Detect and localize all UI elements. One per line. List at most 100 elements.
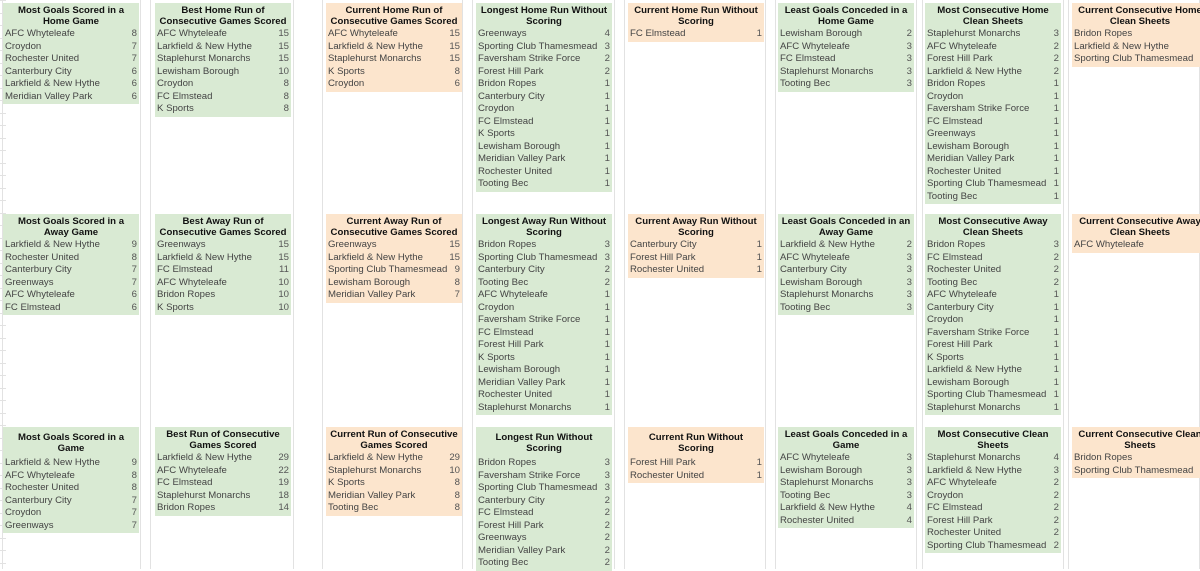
table-row[interactable]: Tooting Bec 2: [476, 557, 612, 570]
table-row[interactable]: AFC Whyteleafe 3: [778, 252, 914, 265]
table-row[interactable]: Staplehurst Monarchs 1: [476, 402, 612, 415]
table-row[interactable]: Forest Hill Park 1: [925, 339, 1061, 352]
table-row[interactable]: AFC Whyteleafe1: [1072, 239, 1200, 252]
table-row[interactable]: FC Elmstead 2: [476, 507, 612, 520]
table-row[interactable]: Sporting Club Thamesmead1: [1072, 465, 1200, 478]
table-row[interactable]: K Sports 8: [326, 66, 462, 79]
table-row[interactable]: Canterbury City 7: [3, 495, 139, 508]
table-row[interactable]: Lewisham Borough 3: [778, 465, 914, 478]
table-row[interactable]: K Sports 1: [476, 352, 612, 365]
table-row[interactable]: Larkfield & New Hythe 15: [155, 252, 291, 265]
table-row[interactable]: Larkfield & New Hythe 29: [326, 452, 462, 465]
table-row[interactable]: Tooting Bec 1: [476, 178, 612, 191]
table-row[interactable]: FC Elmstead 2: [925, 502, 1061, 515]
table-row[interactable]: Forest Hill Park 1: [476, 339, 612, 352]
table-row[interactable]: Forest Hill Park 2: [925, 53, 1061, 66]
table-row[interactable]: AFC Whyteleafe 10: [155, 277, 291, 290]
table-row[interactable]: Larkfield & New Hythe 9: [3, 457, 139, 470]
table-row[interactable]: Greenways 7: [3, 520, 139, 533]
table-row[interactable]: AFC Whyteleafe 8: [3, 28, 139, 41]
table-row[interactable]: AFC Whyteleafe 15: [155, 28, 291, 41]
table-row[interactable]: Lewisham Borough 1: [476, 141, 612, 154]
table-row[interactable]: Rochester United 8: [3, 252, 139, 265]
table-row[interactable]: AFC Whyteleafe 8: [3, 470, 139, 483]
table-row[interactable]: Forest Hill Park 2: [476, 66, 612, 79]
table-row[interactable]: Lewisham Borough 2: [778, 28, 914, 41]
table-row[interactable]: Staplehurst Monarchs 3: [925, 28, 1061, 41]
table-row[interactable]: Tooting Bec 2: [476, 277, 612, 290]
table-row[interactable]: FC Elmstead 8: [155, 91, 291, 104]
table-row[interactable]: Larkfield & New Hythe 2: [778, 239, 914, 252]
table-row[interactable]: Staplehurst Monarchs 3: [778, 289, 914, 302]
table-row[interactable]: Croydon 1: [476, 103, 612, 116]
table-row[interactable]: AFC Whyteleafe 15: [326, 28, 462, 41]
table-row[interactable]: Rochester United 4: [778, 515, 914, 528]
table-row[interactable]: AFC Whyteleafe 2: [925, 477, 1061, 490]
table-row[interactable]: Faversham Strike Force 1: [925, 103, 1061, 116]
table-row[interactable]: Rochester United 8: [3, 482, 139, 495]
table-row[interactable]: Staplehurst Monarchs 3: [778, 66, 914, 79]
table-row[interactable]: Lewisham Borough 10: [155, 66, 291, 79]
table-row[interactable]: Forest Hill Park 2: [925, 515, 1061, 528]
table-row[interactable]: AFC Whyteleafe 22: [155, 465, 291, 478]
table-row[interactable]: FC Elmstead 3: [778, 53, 914, 66]
table-row[interactable]: Sporting Club Thamesmead 3: [476, 252, 612, 265]
table-row[interactable]: Larkfield & New Hythe1: [1072, 41, 1200, 54]
table-row[interactable]: Bridon Ropes 1: [476, 78, 612, 91]
table-row[interactable]: Croydon 8: [155, 78, 291, 91]
table-row[interactable]: Larkfield & New Hythe 15: [326, 41, 462, 54]
table-row[interactable]: K Sports 1: [476, 128, 612, 141]
table-row[interactable]: Rochester United 2: [925, 527, 1061, 540]
table-row[interactable]: Faversham Strike Force 1: [476, 314, 612, 327]
table-row[interactable]: AFC Whyteleafe 3: [778, 452, 914, 465]
table-row[interactable]: Staplehurst Monarchs 15: [326, 53, 462, 66]
table-row[interactable]: AFC Whyteleafe1: [476, 289, 612, 302]
table-row[interactable]: Faversham Strike Force 2: [476, 53, 612, 66]
table-row[interactable]: Larkfield & New Hythe 4: [778, 502, 914, 515]
table-row[interactable]: Sporting Club Thamesmead 2: [925, 540, 1061, 553]
table-row[interactable]: Meridian Valley Park 8: [326, 490, 462, 503]
table-row[interactable]: Greenways 15: [326, 239, 462, 252]
table-row[interactable]: Sporting Club Thamesmead 3: [476, 41, 612, 54]
table-row[interactable]: Canterbury City 2: [476, 495, 612, 508]
table-row[interactable]: FC Elmstead 1: [476, 327, 612, 340]
table-row[interactable]: Larkfield & New Hythe 3: [925, 465, 1061, 478]
table-row[interactable]: Bridon Ropes 3: [476, 457, 612, 470]
table-row[interactable]: Croydon 1: [476, 302, 612, 315]
table-row[interactable]: Sporting Club Thamesmead 3: [476, 482, 612, 495]
table-row[interactable]: Meridian Valley Park 1: [476, 153, 612, 166]
table-row[interactable]: Rochester United 1: [628, 264, 764, 277]
table-row[interactable]: Staplehurst Monarchs 10: [326, 465, 462, 478]
table-row[interactable]: FC Elmstead 1: [628, 28, 764, 41]
table-row[interactable]: Forest Hill Park 1: [628, 457, 764, 470]
table-row[interactable]: K Sports 1: [925, 352, 1061, 365]
table-row[interactable]: AFC Whyteleafe1: [925, 289, 1061, 302]
table-row[interactable]: Rochester United 1: [925, 166, 1061, 179]
table-row[interactable]: Rochester United 1: [476, 166, 612, 179]
table-row[interactable]: Lewisham Borough 1: [925, 377, 1061, 390]
table-row[interactable]: Rochester United 7: [3, 53, 139, 66]
table-row[interactable]: Larkfield & New Hythe 6: [3, 78, 139, 91]
table-row[interactable]: Greenways 1: [925, 128, 1061, 141]
table-row[interactable]: Staplehurst Monarchs 18: [155, 490, 291, 503]
table-row[interactable]: FC Elmstead 6: [3, 302, 139, 315]
table-row[interactable]: Sporting Club Thamesmead1: [1072, 53, 1200, 66]
table-row[interactable]: K Sports 8: [326, 477, 462, 490]
table-row[interactable]: AFC Whyteleafe 6: [3, 289, 139, 302]
table-row[interactable]: Rochester United 1: [476, 389, 612, 402]
table-row[interactable]: Lewisham Borough 3: [778, 277, 914, 290]
table-row[interactable]: Greenways 15: [155, 239, 291, 252]
table-row[interactable]: Tooting Bec 2: [925, 277, 1061, 290]
table-row[interactable]: Croydon 7: [3, 41, 139, 54]
table-row[interactable]: Lewisham Borough 1: [476, 364, 612, 377]
table-row[interactable]: K Sports 10: [155, 302, 291, 315]
table-row[interactable]: FC Elmstead 19: [155, 477, 291, 490]
table-row[interactable]: Staplehurst Monarchs 4: [925, 452, 1061, 465]
table-row[interactable]: Greenways 7: [3, 277, 139, 290]
table-row[interactable]: Meridian Valley Park 1: [925, 153, 1061, 166]
table-row[interactable]: Sporting Club Thamesmead1: [925, 389, 1061, 402]
table-row[interactable]: Larkfield & New Hythe 9: [3, 239, 139, 252]
table-row[interactable]: Croydon 6: [326, 78, 462, 91]
table-row[interactable]: Tooting Bec 3: [778, 78, 914, 91]
table-row[interactable]: Lewisham Borough 1: [925, 141, 1061, 154]
